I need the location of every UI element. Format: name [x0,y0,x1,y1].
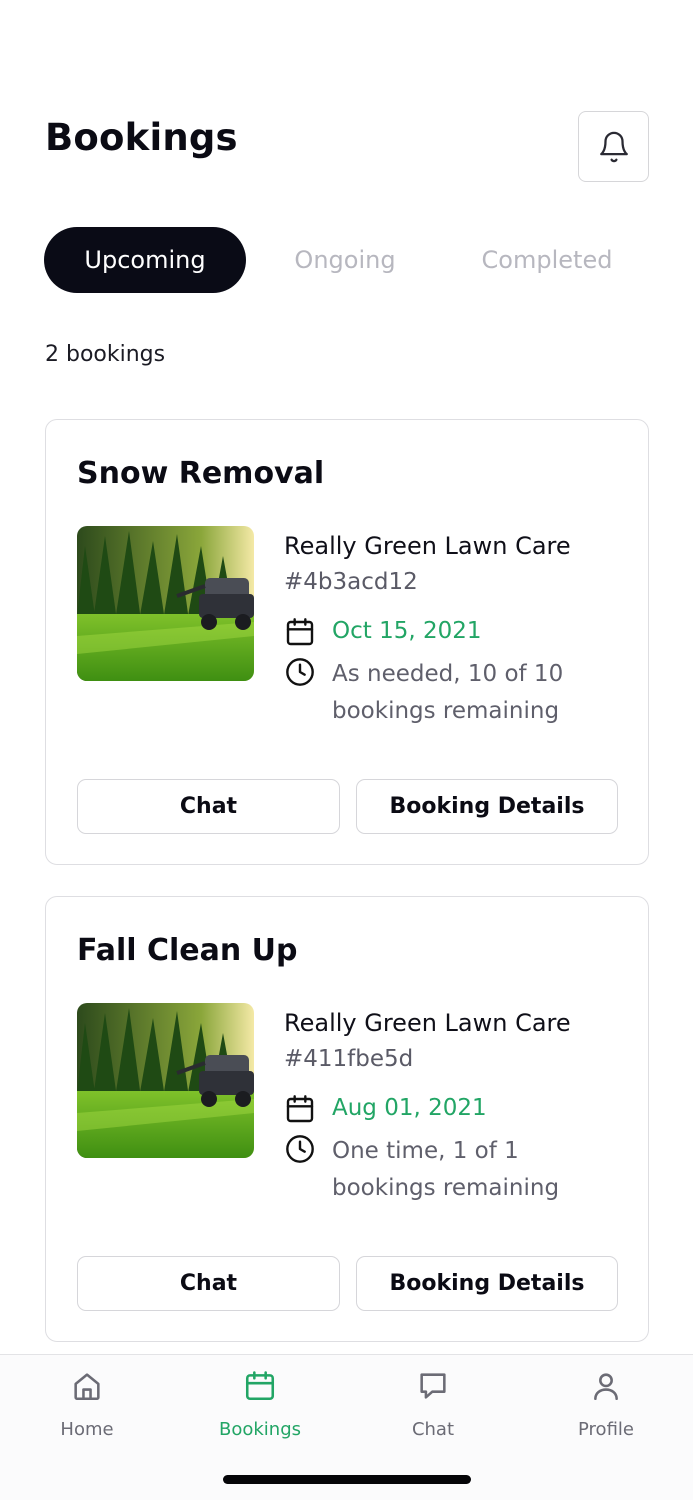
calendar-icon [286,1095,314,1123]
nav-item-profile[interactable]: Profile [546,1369,666,1440]
user-icon [594,1373,618,1401]
page-title: Bookings [45,116,238,159]
tab-upcoming[interactable]: Upcoming [44,227,246,293]
booking-card: Snow Removal Really Green Lawn Care #4b3… [45,419,649,865]
nav-label-chat: Chat [411,1419,455,1440]
clock-icon [286,658,314,686]
booking-status-tabs: Upcoming Ongoing Completed [44,227,648,293]
chat-bubble-icon [420,1373,446,1399]
booking-details-button[interactable]: Booking Details [356,779,618,834]
nav-item-home[interactable]: Home [27,1369,147,1440]
booking-date-row: Oct 15, 2021 [284,616,624,646]
booking-reference: #4b3acd12 [284,569,418,595]
home-indicator [223,1475,471,1484]
home-icon [74,1373,100,1401]
calendar-icon [286,618,314,646]
booking-title: Snow Removal [77,456,325,491]
bell-icon [599,131,628,162]
booking-title: Fall Clean Up [77,933,298,968]
nav-item-chat[interactable]: Chat [373,1369,493,1440]
chat-button[interactable]: Chat [77,1256,340,1311]
service-image [77,1003,254,1158]
booking-schedule-row: One time, 1 of 1 bookings remaining [284,1133,624,1207]
chat-button[interactable]: Chat [77,779,340,834]
booking-info: Really Green Lawn Care #4b3acd12 Oct 15,… [284,528,624,730]
provider-name: Really Green Lawn Care [284,532,571,560]
bookings-count: 2 bookings [45,342,166,367]
tab-ongoing[interactable]: Ongoing [244,227,446,293]
booking-reference: #411fbe5d [284,1046,414,1072]
booking-details-button[interactable]: Booking Details [356,1256,618,1311]
notifications-button[interactable] [578,111,649,182]
booking-info: Really Green Lawn Care #411fbe5d Aug 01,… [284,1005,624,1207]
nav-label-bookings: Bookings [218,1419,301,1440]
page-header: Bookings [45,110,649,182]
booking-card: Fall Clean Up Really Green Lawn Care #41… [45,896,649,1342]
booking-date: Aug 01, 2021 [332,1095,487,1121]
tab-completed[interactable]: Completed [446,227,648,293]
booking-date: Oct 15, 2021 [332,618,482,644]
clock-icon [286,1135,314,1163]
provider-name: Really Green Lawn Care [284,1009,571,1037]
nav-item-bookings[interactable]: Bookings [200,1369,320,1440]
calendar-icon [245,1371,275,1401]
nav-label-home: Home [60,1419,114,1440]
booking-schedule-row: As needed, 10 of 10 bookings remaining [284,656,624,730]
nav-label-profile: Profile [578,1419,634,1440]
booking-schedule: As needed, 10 of 10 bookings remaining [332,661,564,724]
booking-schedule: One time, 1 of 1 bookings remaining [332,1138,560,1201]
booking-date-row: Aug 01, 2021 [284,1093,624,1123]
service-image [77,526,254,681]
